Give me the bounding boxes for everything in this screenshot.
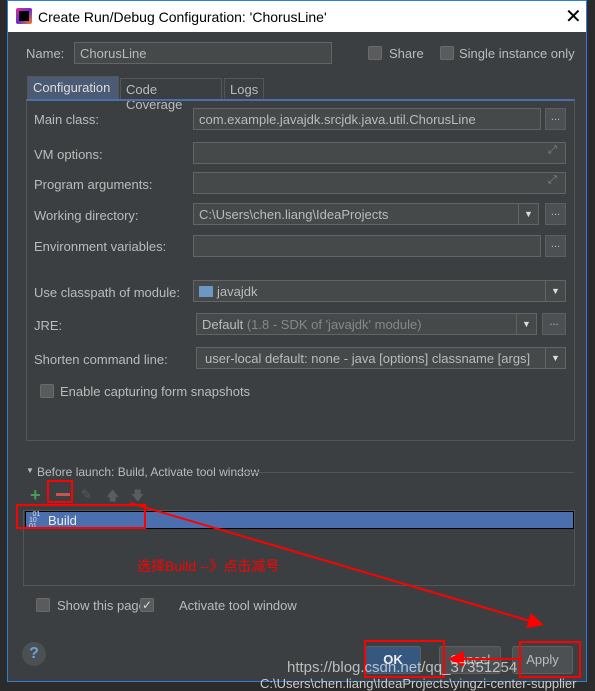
watermark-text: https://blog.csdn.net/qq_37351254	[287, 659, 518, 676]
arrow-to-apply	[129, 502, 544, 629]
annotation-arrows	[129, 502, 544, 667]
background-path-text: C:\Users\chen.liang\IdeaProjects\yingzi-…	[260, 676, 577, 691]
